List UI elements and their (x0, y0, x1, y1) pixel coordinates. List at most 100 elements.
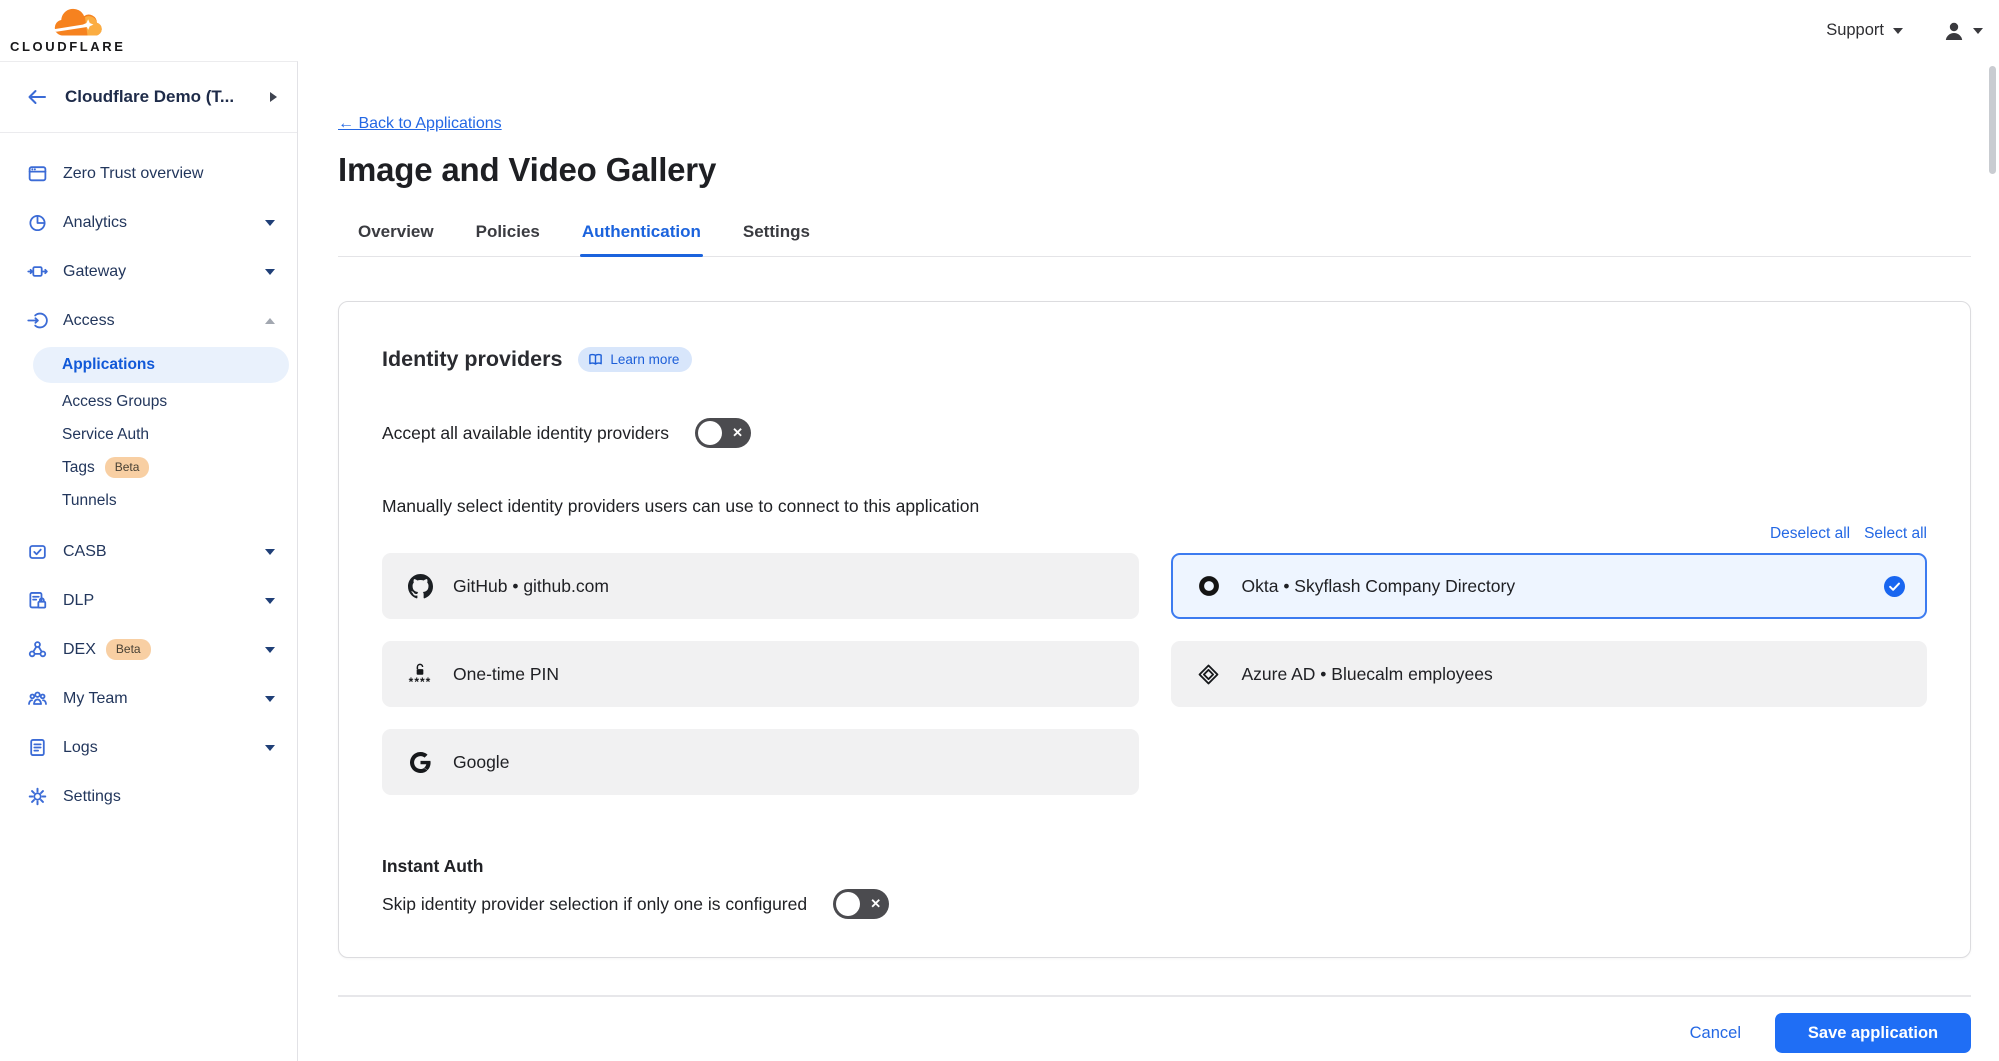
provider-card-github[interactable]: GitHub • github.com (382, 553, 1139, 619)
tab-policies[interactable]: Policies (474, 212, 542, 256)
chevron-up-icon (265, 318, 275, 324)
sidebar-item-dlp[interactable]: DLP (0, 576, 297, 625)
beta-badge: Beta (106, 639, 151, 660)
tab-bar: Overview Policies Authentication Setting… (338, 212, 1971, 257)
sidebar-item-label: Settings (63, 788, 275, 806)
panel-title: Identity providers (382, 344, 562, 374)
gateway-icon (27, 261, 48, 282)
instant-auth-heading: Instant Auth (382, 855, 1927, 877)
sidebar-item-logs[interactable]: Logs (0, 723, 297, 772)
provider-card-azure-ad[interactable]: Azure AD • Bluecalm employees (1171, 641, 1928, 707)
accept-all-toggle[interactable]: ✕ (695, 418, 751, 448)
sidebar-item-label: Gateway (63, 263, 250, 281)
identity-provider-grid: GitHub • github.com Okta • Skyflash Comp… (382, 553, 1927, 795)
pie-chart-icon (27, 212, 48, 233)
back-to-applications-link[interactable]: ← Back to Applications (338, 115, 502, 133)
provider-name: Azure AD • Bluecalm employees (1242, 664, 1493, 685)
support-menu[interactable]: Support (1826, 21, 1903, 40)
provider-card-okta[interactable]: Okta • Skyflash Company Directory (1171, 553, 1928, 619)
sidebar-item-label: Tunnels (62, 492, 117, 510)
sidebar: Cloudflare Demo (T... Zero Trust overvie… (0, 61, 298, 1061)
chevron-down-icon (265, 647, 275, 653)
access-icon (27, 310, 48, 331)
select-all-link[interactable]: Select all (1864, 525, 1927, 543)
sidebar-item-label: Tags (62, 459, 95, 477)
sidebar-item-access-groups[interactable]: Access Groups (33, 385, 289, 418)
toggle-knob (836, 892, 860, 916)
sidebar-item-gateway[interactable]: Gateway (0, 247, 297, 296)
sidebar-item-label: Analytics (63, 214, 250, 232)
provider-name: GitHub • github.com (453, 576, 609, 597)
chevron-down-icon (1973, 28, 1983, 34)
sidebar-item-dex[interactable]: DEX Beta (0, 625, 297, 674)
window-icon (27, 163, 48, 184)
cloudflare-cloud-icon (48, 8, 112, 38)
sidebar-item-applications[interactable]: Applications (33, 347, 289, 383)
google-icon (406, 752, 434, 773)
scrollbar-thumb[interactable] (1989, 66, 1996, 174)
support-label: Support (1826, 21, 1884, 40)
tab-overview[interactable]: Overview (356, 212, 436, 256)
sidebar-item-access[interactable]: Access (0, 296, 297, 345)
provider-name: One-time PIN (453, 664, 559, 685)
sidebar-item-label: My Team (63, 690, 250, 708)
azure-ad-icon (1195, 663, 1223, 686)
sidebar-item-label: Logs (63, 739, 250, 757)
user-icon (1943, 20, 1965, 42)
sidebar-item-my-team[interactable]: My Team (0, 674, 297, 723)
chevron-down-icon (265, 598, 275, 604)
document-lock-icon (27, 590, 48, 611)
network-icon (27, 639, 48, 660)
sidebar-item-settings[interactable]: Settings (0, 772, 297, 821)
chevron-down-icon (1893, 28, 1903, 34)
instant-auth-label: Skip identity provider selection if only… (382, 894, 807, 915)
accept-all-label: Accept all available identity providers (382, 423, 669, 444)
account-menu[interactable] (1943, 20, 1983, 42)
selected-check-icon (1884, 576, 1905, 597)
book-icon (588, 352, 603, 367)
toggle-off-x-icon: ✕ (732, 425, 743, 441)
document-icon (27, 737, 48, 758)
sidebar-item-label: Service Auth (62, 426, 149, 444)
cloudflare-logo: CLOUDFLARE (10, 8, 142, 54)
inbox-check-icon (27, 541, 48, 562)
chevron-down-icon (265, 549, 275, 555)
sidebar-nav: Zero Trust overview Analytics Gateway (0, 133, 297, 821)
cancel-button[interactable]: Cancel (1690, 1024, 1741, 1043)
provider-card-google[interactable]: Google (382, 729, 1139, 795)
page-title: Image and Video Gallery (338, 150, 1971, 190)
chevron-down-icon (265, 696, 275, 702)
top-bar-actions: Support (1826, 20, 1983, 42)
sidebar-item-label: Access Groups (62, 393, 167, 411)
tab-settings[interactable]: Settings (741, 212, 812, 256)
chevron-down-icon (265, 269, 275, 275)
provider-card-one-time-pin[interactable]: **** One-time PIN (382, 641, 1139, 707)
sidebar-item-label: CASB (63, 543, 250, 561)
back-arrow-icon[interactable] (26, 86, 48, 108)
sidebar-item-tunnels[interactable]: Tunnels (33, 484, 289, 517)
sidebar-item-tags[interactable]: Tags Beta (33, 451, 289, 484)
gear-icon (27, 786, 48, 807)
sidebar-item-service-auth[interactable]: Service Auth (33, 418, 289, 451)
learn-more-button[interactable]: Learn more (578, 347, 692, 372)
chevron-down-icon (265, 745, 275, 751)
account-switcher[interactable]: Cloudflare Demo (T... (0, 62, 297, 133)
tab-authentication[interactable]: Authentication (580, 212, 703, 256)
one-time-pin-icon: **** (406, 663, 434, 685)
github-icon (406, 574, 434, 599)
zero-trust-dashboard: CLOUDFLARE Support Cloudflare (0, 0, 1999, 1061)
provider-name: Google (453, 752, 509, 773)
sidebar-item-casb[interactable]: CASB (0, 527, 297, 576)
save-application-button[interactable]: Save application (1775, 1013, 1971, 1053)
people-icon (27, 688, 48, 709)
beta-badge: Beta (105, 457, 150, 478)
instant-auth-toggle[interactable]: ✕ (833, 889, 889, 919)
top-bar: CLOUDFLARE Support (0, 0, 1999, 61)
sidebar-item-label: Access (63, 312, 250, 330)
sidebar-item-zero-trust-overview[interactable]: Zero Trust overview (0, 149, 297, 198)
chevron-down-icon (265, 220, 275, 226)
action-footer: Cancel Save application (338, 995, 1971, 1053)
sidebar-item-analytics[interactable]: Analytics (0, 198, 297, 247)
deselect-all-link[interactable]: Deselect all (1770, 525, 1850, 543)
sidebar-item-label: DEX Beta (63, 639, 250, 660)
